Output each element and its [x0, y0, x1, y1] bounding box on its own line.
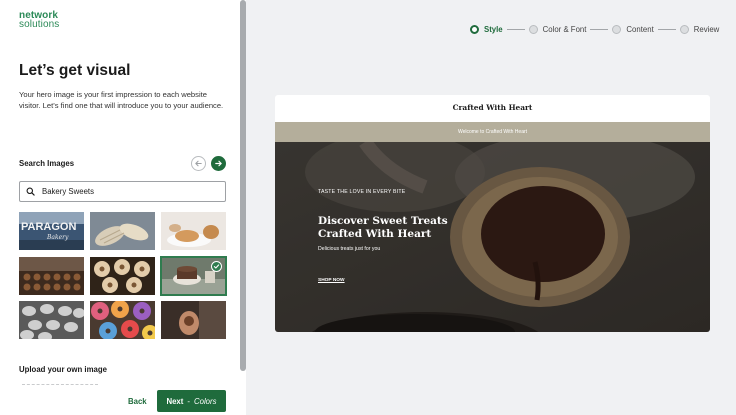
macarons-image	[19, 301, 84, 339]
preview-subtext: Delicious treats just for you	[318, 246, 381, 252]
website-preview: Crafted With Heart Welcome to Crafted Wi…	[275, 95, 710, 332]
step-style[interactable]: Style	[470, 24, 503, 34]
arrow-left-icon	[195, 160, 202, 167]
next-colors-button[interactable]: Next - Colors	[157, 390, 226, 412]
image-tile-bread[interactable]	[90, 212, 155, 250]
sugar-donuts-image	[90, 257, 155, 295]
left-panel: network solutions Let’s get visual Your …	[0, 0, 246, 415]
next-page-button[interactable]	[211, 156, 226, 171]
preview-site-title: Crafted With Heart	[452, 103, 533, 112]
chocolates-image	[19, 257, 84, 295]
step-indicator-icon	[679, 24, 689, 34]
search-images-label: Search Images	[19, 159, 75, 168]
preview-headline: Discover Sweet Treats Crafted With Heart	[318, 215, 448, 240]
paragon-sign-text: PARAGON	[21, 221, 76, 233]
step-connector	[657, 28, 676, 30]
upload-image-label: Upload your own image	[19, 365, 107, 374]
pastry-image	[161, 212, 226, 250]
selected-check-icon	[211, 261, 222, 272]
search-input[interactable]	[42, 187, 202, 196]
preview-shop-now-link[interactable]: SHOP NOW	[318, 278, 345, 283]
step-connector	[506, 28, 525, 30]
upload-dropzone-edge[interactable]	[22, 384, 98, 385]
image-tile-macarons[interactable]	[19, 301, 84, 339]
step-connector	[590, 28, 609, 30]
step-review[interactable]: Review	[679, 24, 719, 34]
page-description: Your hero image is your first impression…	[19, 90, 224, 110]
left-panel-scrollbar[interactable]	[240, 0, 246, 371]
page-title: Let’s get visual	[19, 62, 131, 79]
image-tile-colorful-donuts[interactable]	[90, 301, 155, 339]
search-icon	[26, 187, 35, 196]
step-color-font[interactable]: Color & Font	[528, 24, 586, 34]
image-tile-paragon-bakery[interactable]: PARAGON Bakery	[19, 212, 84, 250]
image-tile-donuts[interactable]	[90, 257, 155, 295]
brand-logo: network solutions	[19, 10, 60, 30]
back-button[interactable]: Back	[128, 397, 147, 406]
preview-hero-image: TASTE THE LOVE IN EVERY BITE Discover Sw…	[275, 142, 710, 332]
search-box[interactable]	[19, 181, 226, 202]
step-indicator-icon	[612, 24, 622, 34]
hand-cookie-image	[161, 301, 226, 339]
step-indicator-icon	[470, 24, 479, 34]
preview-welcome-banner: Welcome to Crafted With Heart	[275, 122, 710, 142]
arrow-right-icon	[215, 160, 222, 167]
colorful-donuts-image	[90, 301, 155, 339]
image-tile-cake-selected[interactable]	[160, 256, 227, 296]
step-indicator-icon	[528, 24, 538, 34]
image-tile-hand-cookie[interactable]	[161, 301, 226, 339]
progress-stepper: Style Color & Font Content Review	[470, 23, 719, 35]
paragon-sign-image: PARAGON Bakery	[19, 212, 84, 250]
bread-image	[90, 212, 155, 250]
step-content[interactable]: Content	[612, 24, 654, 34]
previous-page-button[interactable]	[191, 156, 206, 171]
preview-tagline: TASTE THE LOVE IN EVERY BITE	[318, 189, 406, 195]
svg-text:Bakery: Bakery	[46, 234, 69, 241]
image-tile-chocolates[interactable]	[19, 257, 84, 295]
image-tile-pastry[interactable]	[161, 212, 226, 250]
